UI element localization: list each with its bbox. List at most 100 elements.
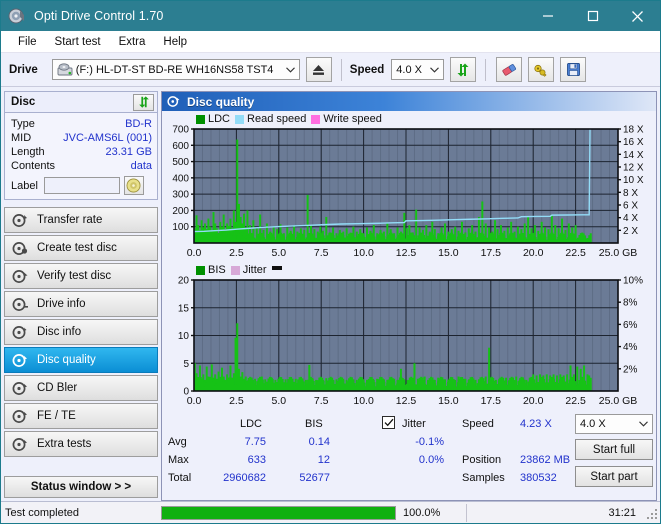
sidebar-item-create-test-disc[interactable]: Create test disc: [4, 235, 158, 261]
svg-text:10 X: 10 X: [623, 175, 644, 186]
disc-info-box: Disc Type BD-R MID JVC-AMS6L (001) Lengt…: [4, 91, 158, 200]
save-button[interactable]: [560, 57, 587, 82]
disc-refresh-button[interactable]: [133, 93, 154, 111]
menu-item-extra[interactable]: Extra: [110, 34, 155, 50]
disc-row-contents-value: data: [130, 160, 152, 172]
svg-text:300: 300: [172, 190, 189, 201]
menu-item-file[interactable]: File: [9, 34, 46, 50]
disc-info-icon: [12, 325, 29, 340]
disc-label-key: Label: [11, 179, 38, 192]
svg-text:2.5: 2.5: [229, 247, 244, 259]
disc-row-contents-key: Contents: [11, 160, 56, 172]
svg-text:10.0: 10.0: [353, 247, 374, 259]
svg-text:200: 200: [172, 206, 189, 217]
sidebar-item-label: Create test disc: [37, 242, 117, 254]
stats-avg-bis: 0.14: [308, 436, 330, 448]
svg-text:17.5: 17.5: [481, 247, 502, 259]
start-full-button[interactable]: Start full: [575, 439, 653, 460]
disc-label-button[interactable]: [123, 176, 144, 195]
legend-bis: BIS: [196, 264, 226, 276]
close-icon[interactable]: [615, 1, 660, 31]
stats-total-bis: 52677: [299, 472, 330, 484]
ldc-chart-svg: 100 200 300 400 500 600 700 2 X 4 X6 X 8 X 10 X12 …: [172, 125, 644, 260]
sidebar-item-disc-quality[interactable]: Disc quality: [4, 347, 158, 373]
sidebar-item-disc-info[interactable]: Disc info: [4, 319, 158, 345]
sidebar-item-label: Transfer rate: [37, 214, 103, 226]
erase-button[interactable]: [496, 57, 523, 82]
disc-label-input[interactable]: [43, 177, 120, 194]
stats-col-ldc: LDC: [240, 418, 263, 430]
svg-text:8 X: 8 X: [623, 188, 638, 199]
legend-ldc: LDC: [196, 113, 230, 125]
sidebar-item-label: CD Bler: [37, 382, 78, 394]
disc-row-type: Type BD-R: [11, 117, 152, 131]
resize-grip-icon[interactable]: [644, 506, 658, 520]
disc-row-length-value: 23.31 GB: [105, 146, 152, 158]
nav-list: Transfer rate Create test disc Verify te…: [4, 207, 158, 457]
speed-label: Speed: [349, 63, 385, 76]
bis-chart: BIS Jitter 0 5 10 15 20 2% 4% 6% 8% 10% 0.0 2.5 5.0 7…: [162, 264, 656, 412]
drive-select[interactable]: (F:) HL-DT-ST BD-RE WH16NS58 TST4: [51, 59, 300, 80]
jitter-checkbox[interactable]: [382, 416, 395, 429]
charts-area: LDC Read speed Write speed 100 200 300 400 5…: [162, 111, 656, 412]
disc-quality-icon: [167, 95, 181, 108]
svg-text:20: 20: [178, 276, 190, 287]
disc-label-row: Label: [11, 176, 152, 195]
legend-swatch-write-speed: [311, 114, 321, 124]
minimize-icon[interactable]: [525, 1, 570, 31]
ldc-chart-legend: LDC Read speed Write speed: [196, 113, 382, 125]
maximize-icon[interactable]: [570, 1, 615, 31]
sidebar-item-label: Disc quality: [37, 354, 96, 366]
key-button[interactable]: [528, 57, 555, 82]
stats-panel: LDC BIS Jitter Avg Max Total 7.75 633 29…: [162, 412, 656, 500]
status-bar: Test completed 100.0% 31:21: [1, 501, 660, 523]
svg-text:12.5: 12.5: [396, 395, 417, 407]
menu-item-start-test[interactable]: Start test: [46, 34, 110, 50]
sidebar-item-label: Disc info: [37, 326, 82, 338]
disc-verify-icon: [12, 269, 29, 284]
disc-row-mid-value: JVC-AMS6L (001): [63, 132, 152, 144]
disc-row-type-value: BD-R: [125, 118, 152, 130]
sidebar-item-drive-info[interactable]: Drive info: [4, 291, 158, 317]
menu-item-help[interactable]: Help: [154, 34, 196, 50]
disc-box-header: Disc: [5, 92, 157, 113]
svg-text:5.0: 5.0: [271, 247, 286, 259]
legend-label-read-speed: Read speed: [247, 113, 307, 125]
sidebar-item-verify-test-disc[interactable]: Verify test disc: [4, 263, 158, 289]
eject-button[interactable]: [305, 57, 332, 82]
svg-text:22.5: 22.5: [565, 395, 586, 407]
refresh-button[interactable]: [450, 57, 477, 82]
start-part-button[interactable]: Start part: [575, 466, 653, 487]
chevron-down-icon: [280, 64, 295, 76]
legend-swatch-jitter: [230, 265, 240, 275]
ldc-chart: LDC Read speed Write speed 100 200 300 400 5…: [162, 113, 656, 264]
sidebar-item-cd-bler[interactable]: CD Bler: [4, 375, 158, 401]
status-window-button[interactable]: Status window > >: [4, 476, 158, 498]
svg-text:12.5: 12.5: [396, 247, 417, 259]
disc-row-mid-key: MID: [11, 132, 32, 144]
sidebar-item-label: Verify test disc: [37, 270, 112, 282]
stats-speed-select-value: 4.0 X: [580, 418, 606, 430]
svg-text:8%: 8%: [623, 298, 638, 309]
svg-text:4%: 4%: [623, 342, 638, 353]
legend-swatch-read-speed: [235, 114, 245, 124]
app-window: Opti Drive Control 1.70 File Start test …: [0, 0, 661, 524]
svg-text:10: 10: [178, 331, 190, 342]
stats-speed-select[interactable]: 4.0 X: [575, 414, 653, 434]
svg-text:15.0: 15.0: [438, 395, 459, 407]
sidebar-item-fe-te[interactable]: FE / TE: [4, 403, 158, 429]
sidebar-item-extra-tests[interactable]: Extra tests: [4, 431, 158, 457]
content-panel: Disc quality LDC Read speed Write speed …: [161, 91, 657, 501]
sidebar-item-transfer-rate[interactable]: Transfer rate: [4, 207, 158, 233]
speed-select[interactable]: 4.0 X: [391, 59, 445, 80]
disc-row-type-key: Type: [11, 118, 35, 130]
svg-text:16 X: 16 X: [623, 137, 644, 148]
speed-stat-label: Speed: [462, 418, 494, 430]
disc-properties: Type BD-R MID JVC-AMS6L (001) Length 23.…: [5, 113, 157, 199]
elapsed-time: 31:21: [608, 506, 636, 519]
disc-row-contents: Contents data: [11, 159, 152, 173]
legend-label-write-speed: Write speed: [323, 113, 382, 125]
legend-swatch-bis: [196, 265, 205, 275]
legend-label-jitter: Jitter: [242, 264, 267, 276]
